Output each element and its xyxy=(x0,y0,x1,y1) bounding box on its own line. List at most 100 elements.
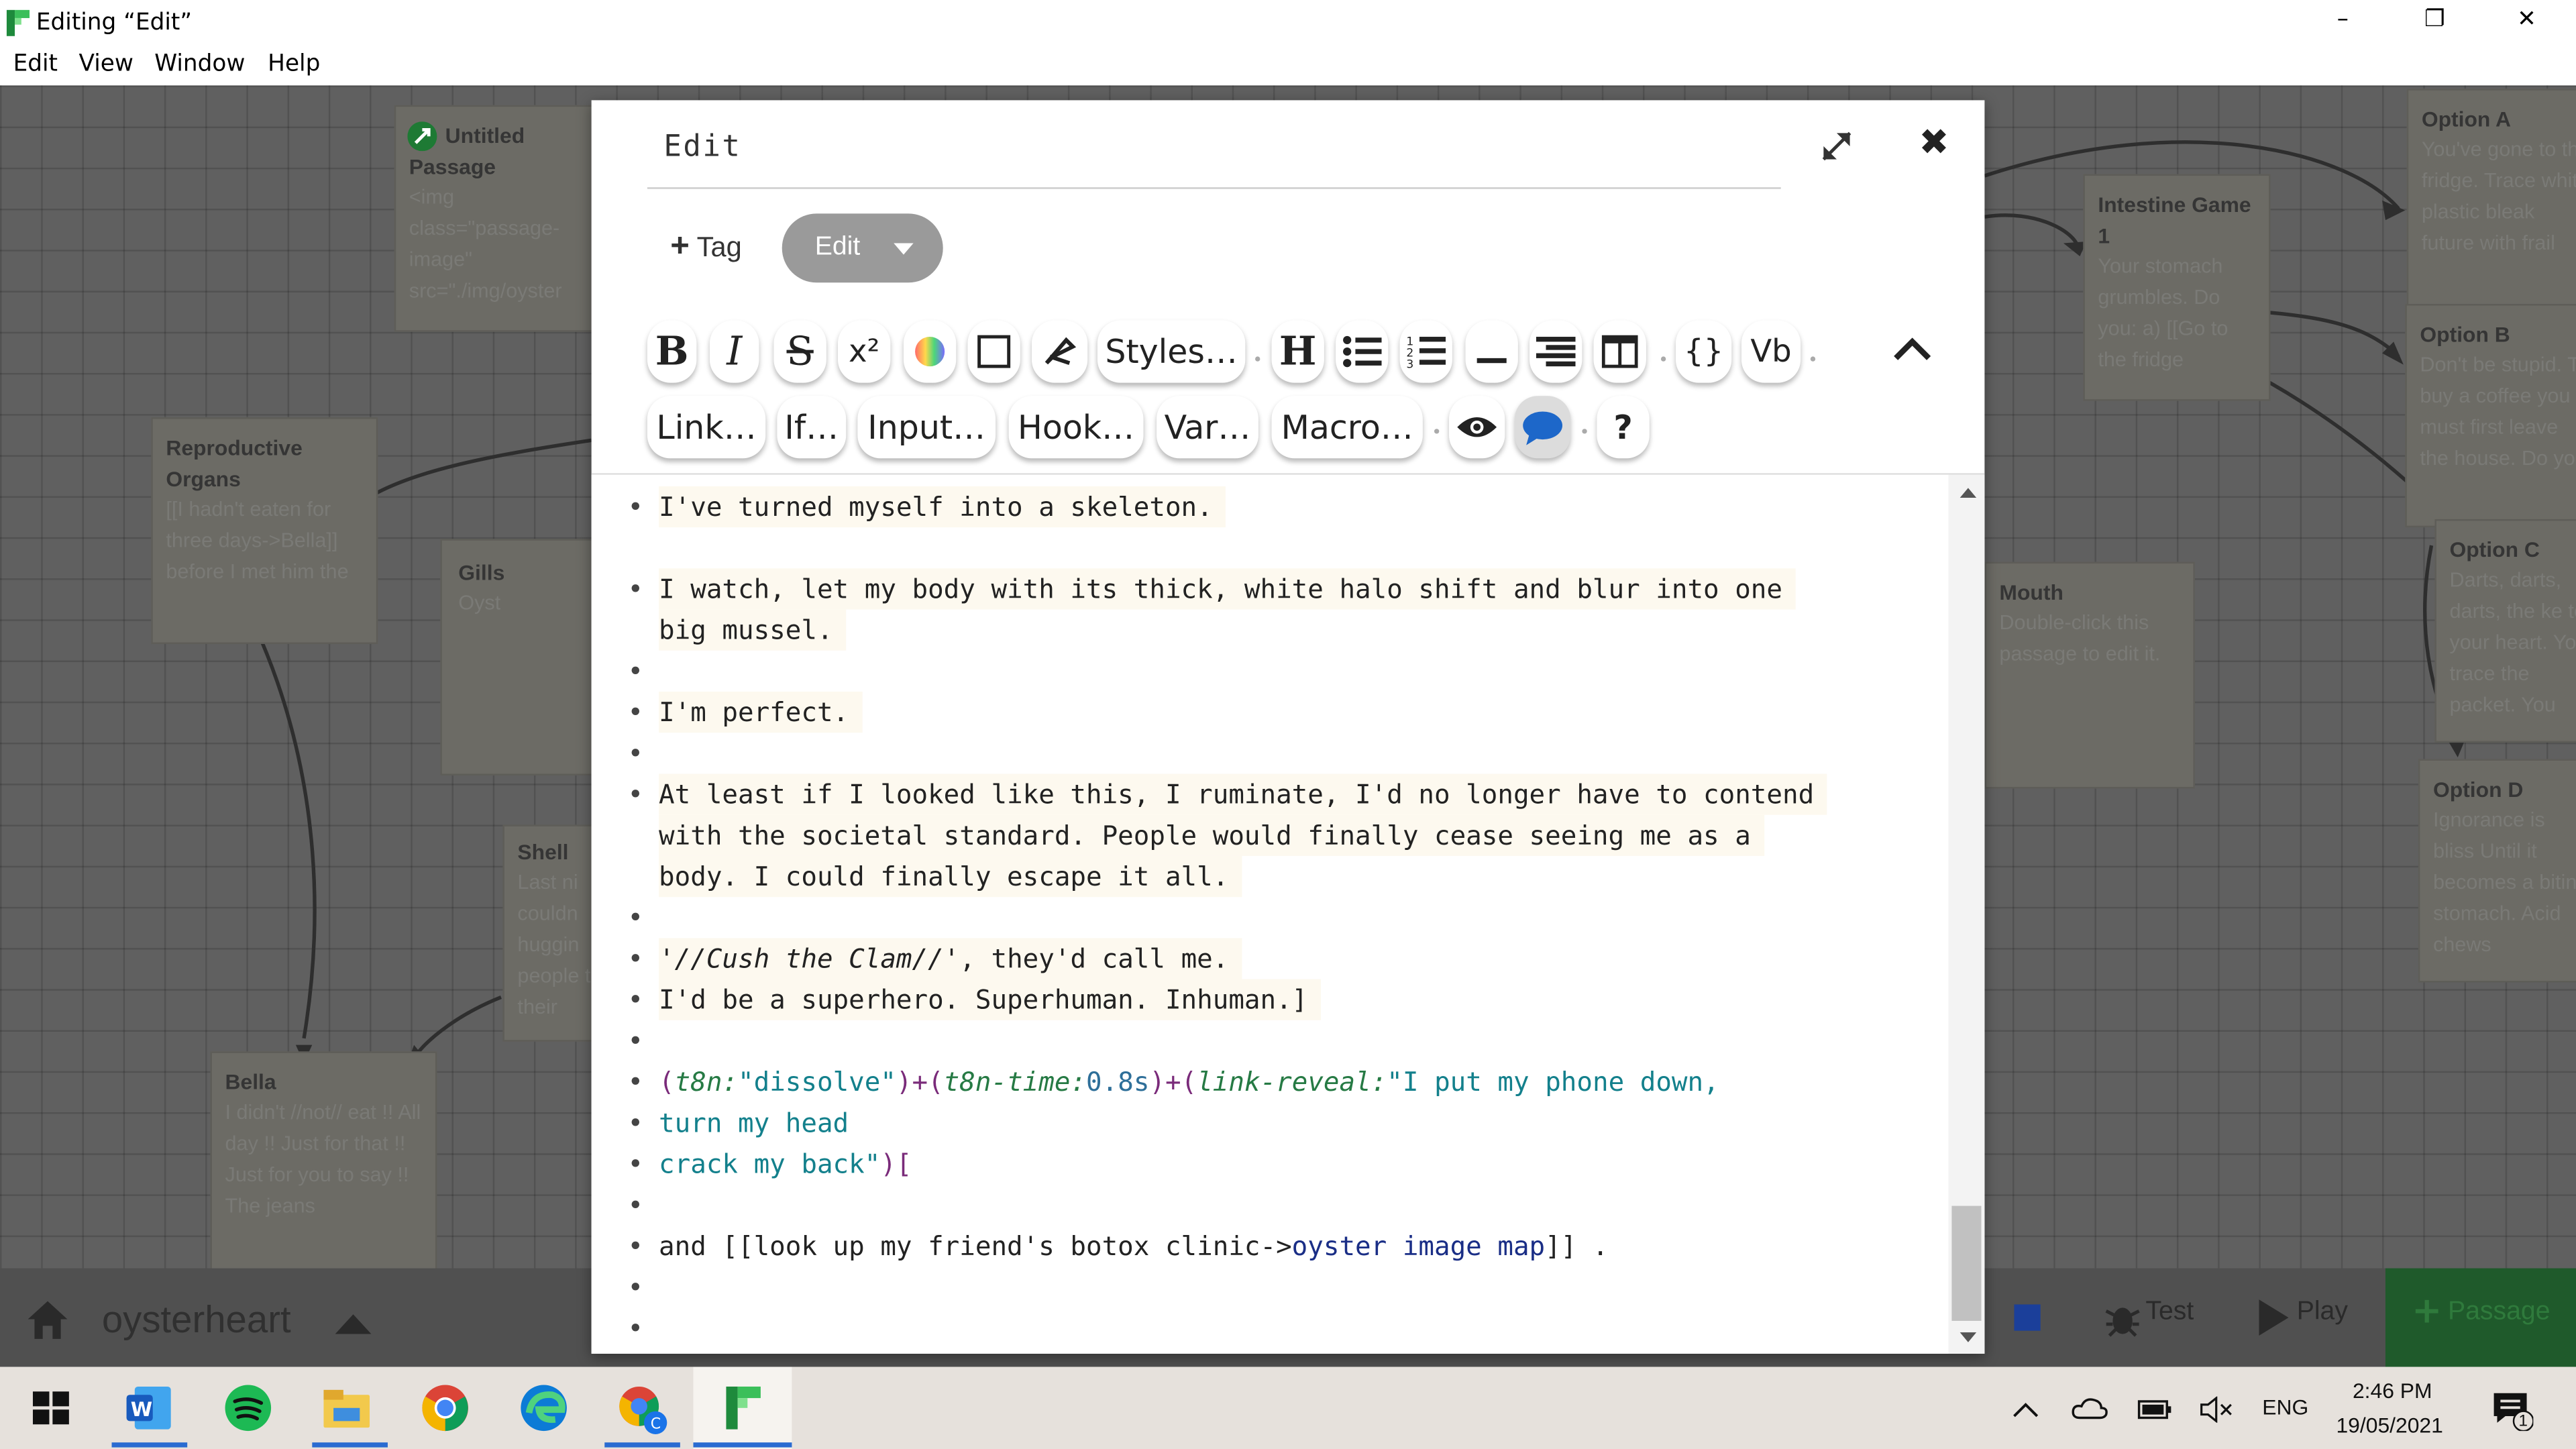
minimize-button[interactable]: – xyxy=(2310,7,2375,40)
verbatim-button[interactable]: Vb xyxy=(1741,320,1801,383)
close-dialog-icon[interactable]: ✖ xyxy=(1919,123,1949,164)
preview-button[interactable] xyxy=(1449,396,1505,459)
edge-icon[interactable] xyxy=(516,1380,572,1436)
window-titlebar: Editing “Edit” – ❐ ✕ xyxy=(0,0,2576,46)
editor-macro-text: (t8n:"dissolve")+(t8n-time:0.8s)+(link-r… xyxy=(659,1066,1719,1097)
comment-button[interactable] xyxy=(1514,396,1571,459)
passage-title: Option D xyxy=(2432,777,2524,802)
caret-up-icon[interactable] xyxy=(335,1311,372,1334)
home-icon[interactable] xyxy=(23,1298,72,1341)
scroll-up-arrow-icon[interactable] xyxy=(1960,488,1977,498)
windows-start-icon[interactable] xyxy=(23,1380,78,1436)
colour-button[interactable] xyxy=(903,320,957,383)
horizontal-rule-button[interactable] xyxy=(1465,320,1518,383)
chevron-up-icon[interactable] xyxy=(1892,335,1932,362)
language-indicator[interactable]: ENG xyxy=(2262,1395,2308,1419)
menu-help[interactable]: Help xyxy=(268,51,320,77)
code-button[interactable]: {} xyxy=(1675,320,1732,383)
passage-excerpt: Oyst xyxy=(458,591,501,614)
heading-button[interactable]: H xyxy=(1271,320,1324,383)
passage-type-select[interactable]: Edit xyxy=(782,213,943,283)
editor-text: I'd be a superhero. Superhuman. Inhuman.… xyxy=(659,979,1321,1020)
border-button[interactable] xyxy=(967,320,1020,383)
twine-taskbar-active[interactable] xyxy=(693,1366,792,1449)
toolbar-separator xyxy=(1255,356,1260,362)
editor-text: I watch, let my body with its thick, whi… xyxy=(659,568,1796,610)
passage-card-option-d[interactable]: Option D Ignorance is bliss Until it bec… xyxy=(2418,759,2576,983)
new-passage-button[interactable]: + Passage xyxy=(2385,1268,2576,1367)
spotify-icon[interactable] xyxy=(220,1380,276,1436)
editor-text: I've turned myself into a skeleton. xyxy=(659,486,1226,528)
passage-card-option-a[interactable]: Option A You've gone to the fridge. Trac… xyxy=(2406,89,2576,313)
variable-button[interactable]: Var… xyxy=(1157,396,1258,459)
columns-button[interactable] xyxy=(1593,320,1646,383)
caret-down-icon xyxy=(894,243,914,255)
chrome-profile-icon[interactable]: C xyxy=(614,1380,670,1436)
passage-card-mouth[interactable]: Mouth Double-click this passage to edit … xyxy=(1984,561,2195,789)
word-running-indicator xyxy=(111,1442,188,1448)
restore-button[interactable]: ❐ xyxy=(2402,7,2467,40)
numbered-list-button[interactable]: 123 xyxy=(1399,320,1452,383)
volume-muted-icon[interactable] xyxy=(2200,1396,2233,1423)
clock-date[interactable]: 19/05/2021 xyxy=(2336,1413,2443,1438)
passage-title: Mouth xyxy=(1999,580,2063,605)
maximize-icon[interactable] xyxy=(1819,128,1855,164)
editor-link-text: and [[look up my friend's botox clinic->… xyxy=(659,1230,1609,1262)
superscript-button[interactable]: x² xyxy=(837,320,891,383)
word-icon[interactable]: W xyxy=(121,1380,177,1436)
menu-view[interactable]: View xyxy=(79,51,133,77)
help-button[interactable]: ? xyxy=(1597,396,1650,459)
close-window-button[interactable]: ✕ xyxy=(2494,7,2560,40)
input-button[interactable]: Input… xyxy=(857,396,996,459)
horizontal-rule-icon xyxy=(1477,358,1507,364)
passage-card-option-b[interactable]: Option B Don't be stupid. To buy a coffe… xyxy=(2405,304,2576,528)
hook-button[interactable]: Hook… xyxy=(1008,396,1144,459)
chrome-icon[interactable] xyxy=(417,1380,473,1436)
align-button[interactable] xyxy=(1529,320,1582,383)
test-button[interactable]: Test xyxy=(2145,1298,2194,1328)
passage-title: Option C xyxy=(2449,537,2540,562)
align-right-icon xyxy=(1536,337,1576,367)
bullet-list-button[interactable] xyxy=(1336,320,1389,383)
clock-time[interactable]: 2:46 PM xyxy=(2353,1379,2432,1403)
passage-card-bella[interactable]: Bella I didn't //not// eat !! All day !!… xyxy=(210,1051,437,1279)
passage-edit-dialog: Edit ✖ + Tag Edit B I S x² Styles… H 1 2… xyxy=(591,100,1985,1354)
editor-text: I'm perfect. xyxy=(659,692,862,733)
strikethrough-button[interactable]: S xyxy=(773,320,826,383)
file-explorer-icon[interactable] xyxy=(319,1380,374,1436)
add-tag-button[interactable]: + Tag xyxy=(670,228,742,266)
menu-window[interactable]: Window xyxy=(154,51,245,77)
bold-button[interactable]: B xyxy=(647,320,697,383)
passage-title: Reproductive Organs xyxy=(166,435,303,492)
link-button[interactable]: Link… xyxy=(647,396,766,459)
dialog-title: Edit xyxy=(663,129,742,164)
bullet-list-icon xyxy=(1343,335,1382,368)
story-name[interactable]: oysterheart xyxy=(102,1298,291,1342)
text-effect-button[interactable] xyxy=(1031,320,1088,383)
styles-button[interactable]: Styles… xyxy=(1097,320,1246,383)
scroll-down-arrow-icon[interactable] xyxy=(1960,1332,1977,1342)
show-hidden-icons-icon[interactable] xyxy=(2011,1400,2041,1419)
windows-taskbar: W C ENG 2:46 PM 19/05/2021 1 xyxy=(0,1366,2576,1449)
passage-excerpt: I didn't //not// eat !! All day !! Just … xyxy=(225,1100,421,1218)
onedrive-cloud-icon[interactable] xyxy=(2072,1397,2108,1419)
toolbar-separator xyxy=(1582,429,1587,434)
editor-scrollbar[interactable] xyxy=(1948,474,1985,1354)
passage-excerpt: Double-click this passage to edit it. xyxy=(1999,611,2161,665)
if-button[interactable]: If… xyxy=(777,396,847,459)
italic-button[interactable]: I xyxy=(709,320,759,383)
passage-card-untitled[interactable]: Untitled Passage <img class="passage-ima… xyxy=(394,105,625,332)
passage-text-editor[interactable]: • I've turned myself into a skeleton. • I … xyxy=(591,474,1949,1354)
play-button[interactable]: Play xyxy=(2297,1298,2348,1328)
passage-title: Intestine Game 1 xyxy=(2098,192,2251,248)
passage-title: Gills xyxy=(458,560,505,585)
scroll-thumb[interactable] xyxy=(1951,1205,1982,1321)
bug-icon xyxy=(2105,1307,2140,1337)
menu-edit[interactable]: Edit xyxy=(13,51,58,77)
passage-card-option-c[interactable]: Option C Darts, darts, darts, the ke to … xyxy=(2434,519,2576,743)
passage-card-intestine-game-1[interactable]: Intestine Game 1 Your stomach grumbles. … xyxy=(2083,174,2271,401)
passage-card-reproductive-organs[interactable]: Reproductive Organs [[I hadn't eaten for… xyxy=(151,417,378,645)
battery-icon[interactable] xyxy=(2137,1400,2174,1419)
macro-button[interactable]: Macro… xyxy=(1271,396,1423,459)
stop-square-icon[interactable] xyxy=(2014,1304,2041,1331)
